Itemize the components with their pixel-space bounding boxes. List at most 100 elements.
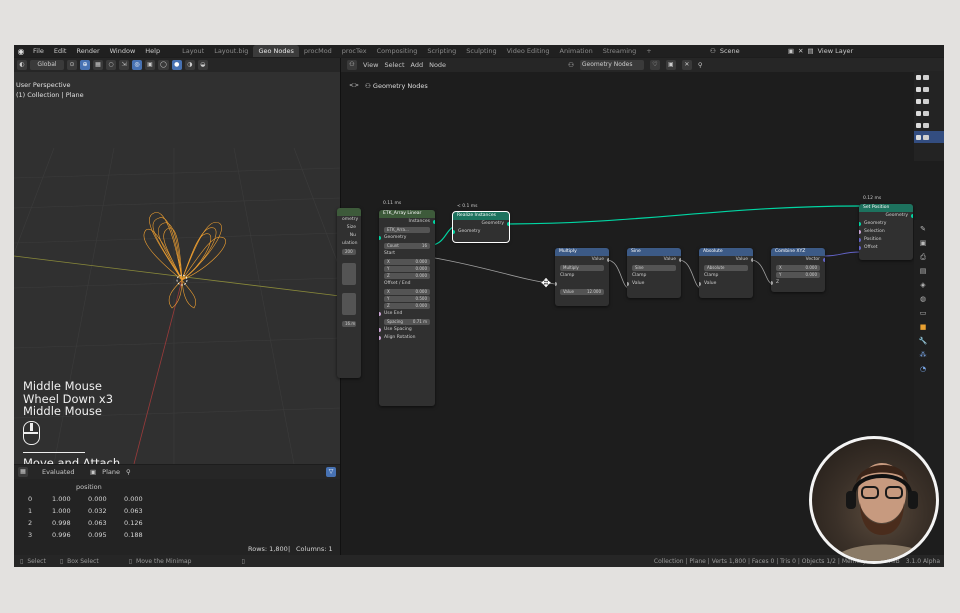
- material-shading-icon[interactable]: ◑: [184, 60, 195, 70]
- operation-select[interactable]: Sine: [632, 265, 676, 271]
- node-tree-select[interactable]: Geometry Nodes: [579, 60, 644, 70]
- menu-edit[interactable]: Edit: [49, 47, 72, 55]
- start-y-field[interactable]: Y 0.000: [384, 266, 430, 272]
- solid-shading-icon[interactable]: ●: [171, 60, 182, 70]
- evaluation-mode-select[interactable]: Evaluated: [34, 468, 84, 476]
- transform-orientation-select[interactable]: Global: [30, 60, 64, 70]
- align-rotation-toggle[interactable]: Align Rotation: [379, 334, 435, 342]
- value-field[interactable]: Value 12.000: [560, 289, 604, 295]
- use-spacing-toggle[interactable]: Use Spacing: [379, 326, 435, 334]
- outliner-row[interactable]: [914, 83, 944, 95]
- menu-select[interactable]: Select: [384, 61, 404, 69]
- particles-icon[interactable]: ⁂: [918, 350, 928, 360]
- outliner-row-selected[interactable]: [914, 131, 944, 143]
- node-absolute[interactable]: Absolute Value Absolute Clamp Value: [699, 248, 753, 298]
- scene-name[interactable]: Scene: [720, 47, 784, 55]
- outliner-row[interactable]: [914, 95, 944, 107]
- tab-compositing[interactable]: Compositing: [372, 45, 423, 57]
- start-x-field[interactable]: X 0.000: [384, 259, 430, 265]
- menu-add[interactable]: Add: [411, 61, 424, 69]
- clamp-toggle[interactable]: Clamp: [627, 272, 681, 280]
- tab-layout-big[interactable]: Layout.big: [209, 45, 253, 57]
- fake-user-icon[interactable]: ♡: [649, 60, 660, 70]
- node-editor-type-icon[interactable]: ⚇: [347, 60, 357, 70]
- outliner-row[interactable]: [914, 107, 944, 119]
- node-partial[interactable]: ometry Size Nu ulation 200 16.m: [337, 208, 361, 378]
- menu-window[interactable]: Window: [105, 47, 141, 55]
- menu-help[interactable]: Help: [140, 47, 165, 55]
- snap-target-icon[interactable]: ▦: [93, 60, 103, 70]
- add-workspace-button[interactable]: +: [641, 45, 656, 57]
- output-icon[interactable]: ⎙: [918, 252, 928, 262]
- clamp-toggle[interactable]: Clamp: [699, 272, 753, 280]
- xray-icon[interactable]: ▣: [145, 60, 155, 70]
- clamp-toggle[interactable]: Clamp: [555, 272, 609, 280]
- view-layer-name[interactable]: View Layer: [818, 47, 854, 55]
- pin-tree-icon[interactable]: ⚲: [698, 61, 703, 69]
- modifier-icon[interactable]: 🔧: [918, 336, 928, 346]
- value-field[interactable]: 200: [342, 249, 356, 255]
- expand-icon[interactable]: <>: [349, 82, 359, 89]
- node-multiply[interactable]: Multiply Value Multiply Clamp Value 12.00…: [555, 248, 609, 306]
- blender-logo-icon[interactable]: ◉: [14, 45, 28, 57]
- tab-scripting[interactable]: Scripting: [422, 45, 461, 57]
- delete-scene-icon[interactable]: ✕: [798, 47, 803, 55]
- tab-sculpting[interactable]: Sculpting: [461, 45, 501, 57]
- operation-select[interactable]: Absolute: [704, 265, 748, 271]
- tab-layout[interactable]: Layout: [177, 45, 209, 57]
- menu-node[interactable]: Node: [429, 61, 446, 69]
- new-scene-icon[interactable]: ▣: [788, 47, 794, 55]
- menu-view[interactable]: View: [363, 61, 378, 69]
- outliner-row[interactable]: [914, 71, 944, 83]
- use-end-toggle[interactable]: Use End: [379, 310, 435, 318]
- outliner-row[interactable]: [914, 119, 944, 131]
- node-realize-instances[interactable]: Realize Instances Geometry Geometry: [452, 211, 510, 243]
- scene-icon[interactable]: ◈: [918, 280, 928, 290]
- unlink-tree-icon[interactable]: ✕: [681, 60, 692, 70]
- proportional-icon[interactable]: ○: [106, 60, 116, 70]
- physics-icon[interactable]: ◔: [918, 364, 928, 374]
- overlay-icon[interactable]: ◎: [132, 60, 142, 70]
- node-etk-array-linear[interactable]: ETK_Array Linear Instances ETK_Arra... G…: [379, 210, 435, 406]
- output-value: Value: [627, 256, 681, 264]
- spreadsheet-editor-icon[interactable]: ▦: [18, 467, 28, 477]
- snap-icon[interactable]: ⊕: [80, 60, 90, 70]
- filter-icon[interactable]: ▽: [326, 467, 336, 477]
- render-icon[interactable]: ▣: [918, 238, 928, 248]
- offset-x-field[interactable]: X 0.000: [384, 289, 430, 295]
- view-layer-icon[interactable]: ▤: [918, 266, 928, 276]
- menu-render[interactable]: Render: [71, 47, 104, 55]
- tab-proctex[interactable]: procTex: [337, 45, 372, 57]
- x-field[interactable]: X 0.000: [776, 265, 820, 271]
- tool-icon[interactable]: ✎: [918, 224, 928, 234]
- spacing-field[interactable]: Spacing 0.71 m: [384, 319, 430, 325]
- node-sine[interactable]: Sine Value Sine Clamp Value: [627, 248, 681, 298]
- offset-z-field[interactable]: Z 0.000: [384, 303, 430, 309]
- render-shading-icon[interactable]: ◒: [197, 60, 208, 70]
- group-select[interactable]: ETK_Arra...: [384, 227, 430, 233]
- world-icon[interactable]: ◍: [918, 294, 928, 304]
- pivot-icon[interactable]: ⊙: [67, 60, 77, 70]
- object-icon[interactable]: ■: [918, 322, 928, 332]
- offset-y-field[interactable]: Y 0.500: [384, 296, 430, 302]
- editor-type-icon[interactable]: ◐: [17, 60, 27, 70]
- menu-file[interactable]: File: [28, 47, 49, 55]
- new-tree-icon[interactable]: ▣: [665, 60, 676, 70]
- tab-animation[interactable]: Animation: [555, 45, 598, 57]
- start-z-field[interactable]: Z 0.000: [384, 273, 430, 279]
- tab-geo-nodes[interactable]: Geo Nodes: [253, 45, 299, 57]
- y-field[interactable]: Y 0.000: [776, 272, 820, 278]
- wireframe-shading-icon[interactable]: ◯: [158, 60, 169, 70]
- tab-procmod[interactable]: procMod: [299, 45, 337, 57]
- collection-icon[interactable]: ▭: [918, 308, 928, 318]
- 3d-viewport[interactable]: ◐ Global ⊙ ⊕ ▦ ○ ⇲ ◎ ▣ ◯ ● ◑ ◒ User Pers…: [14, 58, 340, 464]
- node-combine-xyz[interactable]: Combine XYZ Vector X 0.000 Y 0.000 Z: [771, 248, 825, 292]
- node-set-position[interactable]: Set Position Geometry Geometry Selection…: [859, 204, 913, 260]
- operation-select[interactable]: Multiply: [560, 265, 604, 271]
- pin-icon[interactable]: ⚲: [126, 468, 131, 476]
- gizmo-icon[interactable]: ⇲: [119, 60, 129, 70]
- tab-streaming[interactable]: Streaming: [598, 45, 642, 57]
- tab-video-editing[interactable]: Video Editing: [502, 45, 555, 57]
- count-field[interactable]: Count 16: [384, 243, 430, 249]
- value-field[interactable]: 16.m: [342, 321, 356, 327]
